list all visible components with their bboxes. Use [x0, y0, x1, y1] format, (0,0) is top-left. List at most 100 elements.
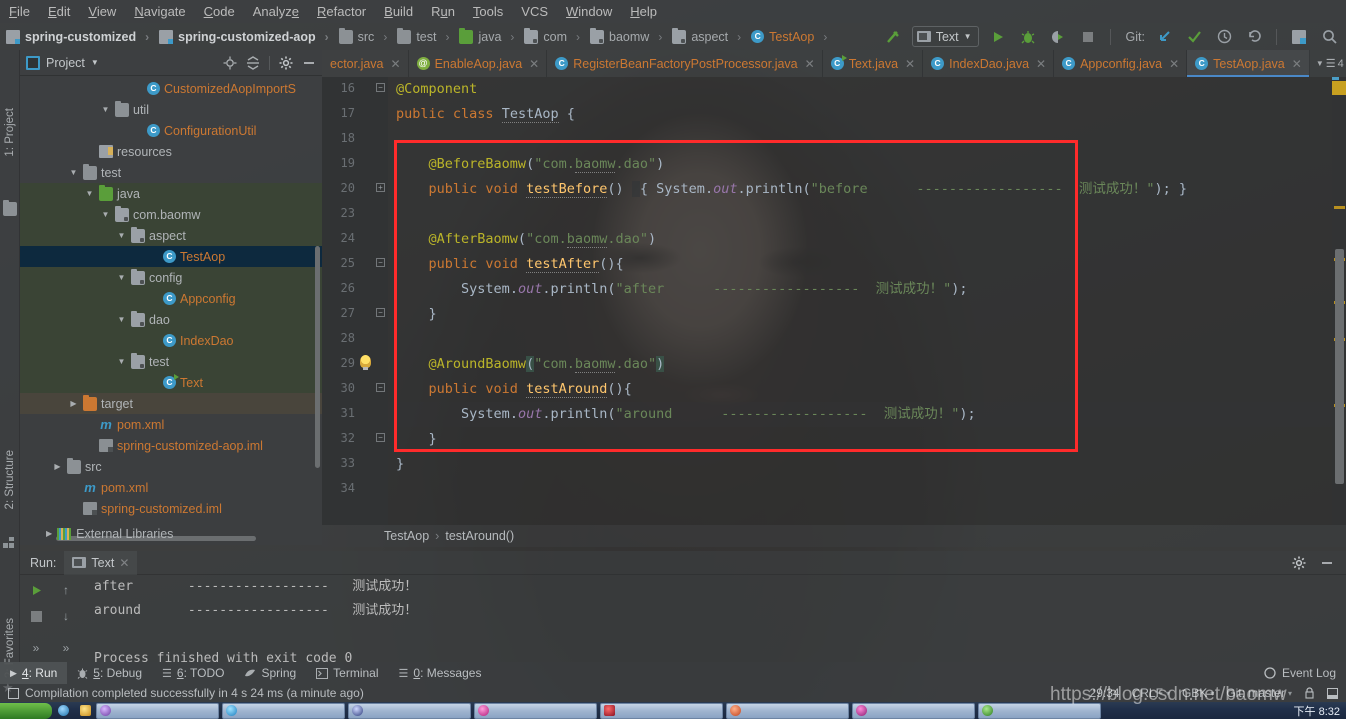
taskbar-clock[interactable]: 下午 8:32	[1294, 703, 1346, 719]
tree-item[interactable]: ▼ util	[20, 99, 322, 120]
tool-window-messages[interactable]: ☰ 0: Messages	[389, 662, 492, 684]
caret-position[interactable]: 29:34	[1090, 686, 1120, 700]
breadcrumb-aspect[interactable]: aspect ›	[666, 27, 745, 44]
tab-indexdao-java[interactable]: C IndexDao.java ✕	[923, 50, 1055, 77]
marker-warning[interactable]	[1334, 206, 1345, 209]
tree-item[interactable]: resources	[20, 141, 322, 162]
editor-gutter[interactable]: 16 17 18 19 20 23 24 25 26 27 28 29 30 31 32 33 34 − + − − − −	[322, 77, 388, 525]
breadcrumb-class-name[interactable]: TestAop	[384, 529, 429, 543]
chevron-down-icon[interactable]: ▼	[100, 210, 111, 219]
tool-window-run[interactable]: ▶ 4: Run	[0, 662, 68, 684]
fold-collapse-icon[interactable]: −	[376, 433, 385, 442]
event-log-label[interactable]: Event Log	[1282, 666, 1336, 680]
debug-button[interactable]	[1017, 26, 1039, 47]
git-branch-selector[interactable]: Git: master ▾	[1226, 686, 1292, 700]
fold-collapse-icon[interactable]: −	[376, 83, 385, 92]
taskbar-window-button-8[interactable]	[978, 702, 1101, 719]
taskbar-window-button-5[interactable]	[600, 702, 723, 719]
breadcrumb-baomw[interactable]: baomw ›	[584, 27, 666, 44]
intention-bulb-icon[interactable]	[360, 355, 371, 370]
close-icon[interactable]: ✕	[1292, 57, 1302, 71]
collapse-all-icon[interactable]	[246, 55, 260, 70]
menu-item-analyze[interactable]: Analyze	[244, 2, 308, 21]
more-actions-button[interactable]: »	[22, 637, 50, 659]
tab-enableaop-java[interactable]: @ EnableAop.java ✕	[409, 50, 548, 77]
tree-item[interactable]: m pom.xml	[20, 414, 322, 435]
editor-vertical-scrollbar[interactable]	[1335, 249, 1344, 484]
menu-item-navigate[interactable]: Navigate	[125, 2, 194, 21]
git-commit-icon[interactable]	[1183, 26, 1205, 47]
run-button[interactable]	[987, 26, 1009, 47]
tree-item-external-libraries[interactable]: ▶ External Libraries	[20, 523, 322, 544]
code-content[interactable]: @Component public class TestAop { @Befor…	[388, 77, 1346, 525]
breadcrumb-java[interactable]: java ›	[453, 27, 518, 44]
tree-item[interactable]: ▶ src	[20, 456, 322, 477]
chevron-down-icon[interactable]: ▼	[116, 357, 127, 366]
tab-testaop-java[interactable]: C TestAop.java ✕	[1187, 50, 1310, 77]
tool-window-todo[interactable]: ☰ 6: TODO	[152, 662, 234, 684]
breadcrumb-project[interactable]: spring-customized ›	[0, 29, 153, 44]
start-button[interactable]	[0, 702, 52, 719]
encoding-selector[interactable]: GBK ▾	[1182, 686, 1214, 700]
chevron-down-icon[interactable]: ▼	[116, 273, 127, 282]
tab-selector-java[interactable]: ector.java ✕	[322, 50, 409, 77]
menu-item-vcs[interactable]: VCS	[512, 2, 557, 21]
tree-item[interactable]: ▼ test	[20, 162, 322, 183]
rerun-button[interactable]	[22, 579, 50, 601]
chevron-down-icon[interactable]: ▼	[116, 231, 127, 240]
breadcrumb-com[interactable]: com ›	[518, 27, 584, 44]
close-icon[interactable]: ✕	[1169, 57, 1179, 71]
hide-tool-windows-icon[interactable]	[1327, 687, 1338, 699]
menu-item-build[interactable]: Build	[375, 2, 422, 21]
chevron-down-icon[interactable]: ▼	[116, 315, 127, 324]
tree-item[interactable]: C Text	[20, 372, 322, 393]
marker-warning-summary[interactable]	[1332, 81, 1346, 95]
tab-text-java[interactable]: C Text.java ✕	[823, 50, 924, 77]
taskbar-window-button-2[interactable]	[222, 702, 345, 719]
menu-item-tools[interactable]: Tools	[464, 2, 512, 21]
chevron-right-icon[interactable]: ▶	[52, 462, 63, 471]
console-output[interactable]: after ------------------ 测试成功！ around --…	[80, 575, 1346, 666]
menu-item-file[interactable]: File	[0, 2, 39, 21]
tab-appconfig-java[interactable]: C Appconfig.java ✕	[1054, 50, 1188, 77]
stop-button[interactable]	[22, 605, 50, 627]
breadcrumb-class[interactable]: C TestAop ›	[745, 30, 831, 44]
fold-collapse-icon[interactable]: −	[376, 258, 385, 267]
taskbar-window-button-3[interactable]	[348, 702, 471, 719]
breadcrumb-src[interactable]: src ›	[333, 27, 392, 44]
menu-item-run[interactable]: Run	[422, 2, 464, 21]
chevron-down-icon[interactable]: ▼	[68, 168, 79, 177]
taskbar-window-button[interactable]	[96, 702, 219, 719]
code-editor[interactable]: 16 17 18 19 20 23 24 25 26 27 28 29 30 31 32 33 34 − + − − − −…	[322, 77, 1346, 525]
previous-occurrence-button[interactable]: ↑	[52, 579, 80, 601]
tree-item[interactable]: ▼ java	[20, 183, 322, 204]
stop-button[interactable]	[1077, 26, 1099, 47]
git-history-icon[interactable]	[1213, 26, 1235, 47]
tool-window-project-label[interactable]: 1: Project	[4, 108, 16, 157]
chevron-down-icon[interactable]: ▼	[100, 105, 111, 114]
scroll-from-source-icon[interactable]	[223, 56, 237, 70]
close-icon[interactable]: ✕	[529, 57, 539, 71]
tree-item[interactable]: ▶ target	[20, 393, 322, 414]
breadcrumb-test[interactable]: test ›	[391, 27, 453, 44]
taskbar-window-button-7[interactable]	[852, 702, 975, 719]
project-files-icon[interactable]	[3, 200, 17, 216]
hide-panel-icon[interactable]	[302, 56, 316, 70]
run-configuration-selector[interactable]: Text ▼	[911, 26, 979, 47]
run-tab-text[interactable]: Text ✕	[64, 550, 138, 575]
tree-item[interactable]: ▼ config	[20, 267, 322, 288]
tree-item[interactable]: C Appconfig	[20, 288, 322, 309]
status-message[interactable]: Compilation completed successfully in 4 …	[25, 686, 364, 700]
menu-item-view[interactable]: View	[79, 2, 125, 21]
tool-window-spring[interactable]: Spring	[234, 662, 306, 684]
sidebar-vertical-scrollbar[interactable]	[315, 246, 320, 468]
taskbar-quicklaunch-icon-2[interactable]	[74, 703, 96, 719]
project-structure-icon[interactable]	[1288, 26, 1310, 47]
run-settings-gear-icon[interactable]	[1292, 556, 1306, 570]
run-with-coverage-button[interactable]	[1047, 26, 1069, 47]
tree-item[interactable]: ▼ com.baomw	[20, 204, 322, 225]
close-icon[interactable]: ✕	[805, 57, 815, 71]
git-update-icon[interactable]	[1153, 26, 1175, 47]
lock-icon[interactable]	[1304, 687, 1315, 699]
tree-item[interactable]: C ConfigurationUtil	[20, 120, 322, 141]
